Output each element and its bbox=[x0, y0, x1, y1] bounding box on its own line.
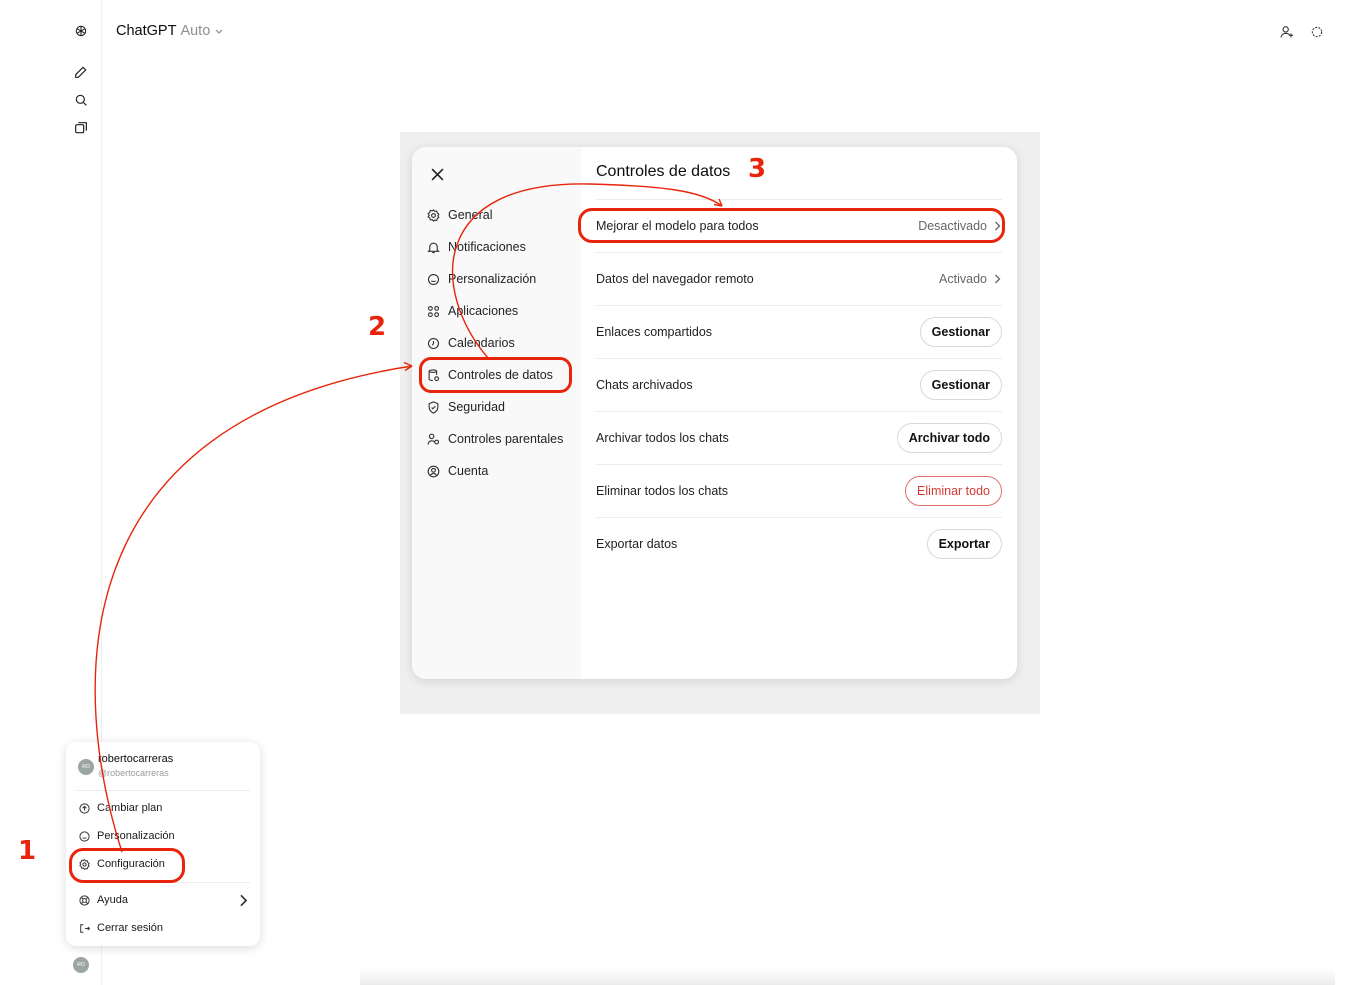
avatar-initials: RO bbox=[82, 764, 90, 770]
settings-nav: General Notificaciones Personalización A… bbox=[412, 147, 581, 679]
nav-label: General bbox=[448, 208, 493, 222]
account-icon bbox=[427, 465, 440, 477]
gear-icon bbox=[79, 858, 90, 870]
database-icon bbox=[428, 368, 440, 381]
user-menu: RO robertocarreras @robertocarreras Camb… bbox=[66, 742, 260, 946]
library-icon[interactable] bbox=[70, 117, 92, 139]
menu-item-cerrar-sesion[interactable]: Cerrar sesión bbox=[78, 917, 250, 939]
avatar-initials: RO bbox=[77, 962, 85, 968]
row-label: Archivar todos los chats bbox=[596, 431, 729, 445]
menu-item-cambiar-plan[interactable]: Cambiar plan bbox=[78, 797, 250, 819]
parental-icon bbox=[427, 433, 440, 445]
personalization-icon bbox=[427, 273, 440, 285]
export-button[interactable]: Exportar bbox=[926, 529, 1002, 559]
gear-icon bbox=[427, 208, 440, 222]
nav-item-notificaciones[interactable]: Notificaciones bbox=[426, 234, 526, 260]
temporary-chat-icon[interactable] bbox=[1306, 21, 1328, 43]
row-label: Exportar datos bbox=[596, 537, 678, 551]
bell-icon bbox=[427, 242, 440, 253]
manage-links-button[interactable]: Gestionar bbox=[919, 317, 1002, 347]
row-enlaces-compartidos: Enlaces compartidos Gestionar bbox=[596, 305, 1002, 358]
step-number-2: 2 bbox=[368, 312, 387, 342]
menu-item-ayuda[interactable]: Ayuda bbox=[78, 889, 250, 911]
row-mejorar-modelo[interactable]: Mejorar el modelo para todos Desactivado bbox=[596, 199, 1002, 252]
clock-icon bbox=[427, 337, 440, 349]
new-chat-icon[interactable] bbox=[70, 61, 92, 83]
row-label: Mejorar el modelo para todos bbox=[596, 219, 759, 233]
model-selector[interactable]: ChatGPT Auto bbox=[116, 23, 224, 39]
nav-label: Controles parentales bbox=[448, 432, 564, 446]
nav-label: Seguridad bbox=[448, 400, 505, 414]
row-navegador-remoto[interactable]: Datos del navegador remoto Activado bbox=[596, 252, 1002, 305]
nav-item-seguridad[interactable]: Seguridad bbox=[426, 394, 505, 420]
menu-label: Configuración bbox=[97, 858, 165, 870]
menu-item-configuracion[interactable]: Configuración bbox=[78, 853, 250, 875]
user-name: robertocarreras bbox=[98, 753, 174, 765]
nav-label: Notificaciones bbox=[448, 240, 526, 254]
app-title: ChatGPT bbox=[116, 23, 177, 39]
settings-content: Controles de datos Mejorar el modelo par… bbox=[596, 147, 1002, 679]
menu-label: Ayuda bbox=[97, 894, 128, 906]
logout-icon bbox=[80, 923, 91, 933]
row-eliminar-todos: Eliminar todos los chats Eliminar todo bbox=[596, 464, 1002, 517]
user-handle: @robertocarreras bbox=[98, 768, 169, 778]
avatar: RO bbox=[78, 759, 94, 775]
chevron-right-icon bbox=[240, 894, 248, 906]
menu-label: Cerrar sesión bbox=[97, 922, 164, 934]
row-archivar-todos: Archivar todos los chats Archivar todo bbox=[596, 411, 1002, 464]
row-value: Desactivado bbox=[918, 219, 987, 233]
step-number-1: 1 bbox=[18, 836, 37, 866]
bottom-fade bbox=[360, 968, 1335, 985]
settings-modal: General Notificaciones Personalización A… bbox=[412, 147, 1017, 679]
row-label: Enlaces compartidos bbox=[596, 325, 713, 339]
nav-item-calendarios[interactable]: Calendarios bbox=[426, 330, 515, 356]
openai-logo-icon[interactable] bbox=[70, 20, 92, 42]
nav-item-controles-de-datos[interactable]: Controles de datos bbox=[426, 362, 553, 388]
nav-item-cuenta[interactable]: Cuenta bbox=[426, 458, 488, 484]
search-icon[interactable] bbox=[70, 89, 92, 111]
nav-item-personalizacion[interactable]: Personalización bbox=[426, 266, 536, 292]
chevron-right-icon bbox=[995, 221, 1001, 231]
delete-all-button[interactable]: Eliminar todo bbox=[905, 476, 1002, 506]
nav-item-general[interactable]: General bbox=[426, 202, 492, 228]
add-person-icon[interactable] bbox=[1276, 21, 1298, 43]
avatar[interactable]: RO bbox=[73, 957, 89, 973]
row-label: Chats archivados bbox=[596, 378, 693, 392]
help-icon bbox=[79, 894, 90, 906]
nav-item-controles-parentales[interactable]: Controles parentales bbox=[426, 426, 563, 452]
apps-icon bbox=[427, 305, 440, 317]
archive-all-button[interactable]: Archivar todo bbox=[896, 423, 1002, 453]
menu-label: Cambiar plan bbox=[97, 802, 163, 814]
shield-icon bbox=[428, 400, 439, 414]
nav-label: Aplicaciones bbox=[448, 304, 519, 318]
chevron-right-icon bbox=[995, 274, 1001, 284]
row-label: Datos del navegador remoto bbox=[596, 272, 754, 286]
manage-archived-button[interactable]: Gestionar bbox=[919, 370, 1002, 400]
row-chats-archivados: Chats archivados Gestionar bbox=[596, 358, 1002, 411]
divider bbox=[76, 790, 250, 791]
upgrade-icon bbox=[79, 802, 90, 814]
nav-label: Cuenta bbox=[448, 464, 489, 478]
step-number-3: 3 bbox=[748, 154, 767, 184]
nav-label: Controles de datos bbox=[448, 368, 553, 382]
nav-label: Calendarios bbox=[448, 336, 515, 350]
divider bbox=[76, 882, 250, 883]
chevron-down-icon bbox=[215, 29, 223, 34]
modal-title: Controles de datos bbox=[596, 163, 731, 180]
menu-item-personalizacion[interactable]: Personalización bbox=[78, 825, 250, 847]
nav-label: Personalización bbox=[448, 272, 537, 286]
row-exportar-datos: Exportar datos Exportar bbox=[596, 517, 1002, 570]
close-icon[interactable] bbox=[426, 163, 448, 185]
personalization-icon bbox=[79, 830, 90, 842]
nav-item-aplicaciones[interactable]: Aplicaciones bbox=[426, 298, 518, 324]
model-name: Auto bbox=[180, 23, 211, 39]
menu-label: Personalización bbox=[97, 830, 175, 842]
row-label: Eliminar todos los chats bbox=[596, 484, 729, 498]
row-value: Activado bbox=[939, 272, 987, 286]
